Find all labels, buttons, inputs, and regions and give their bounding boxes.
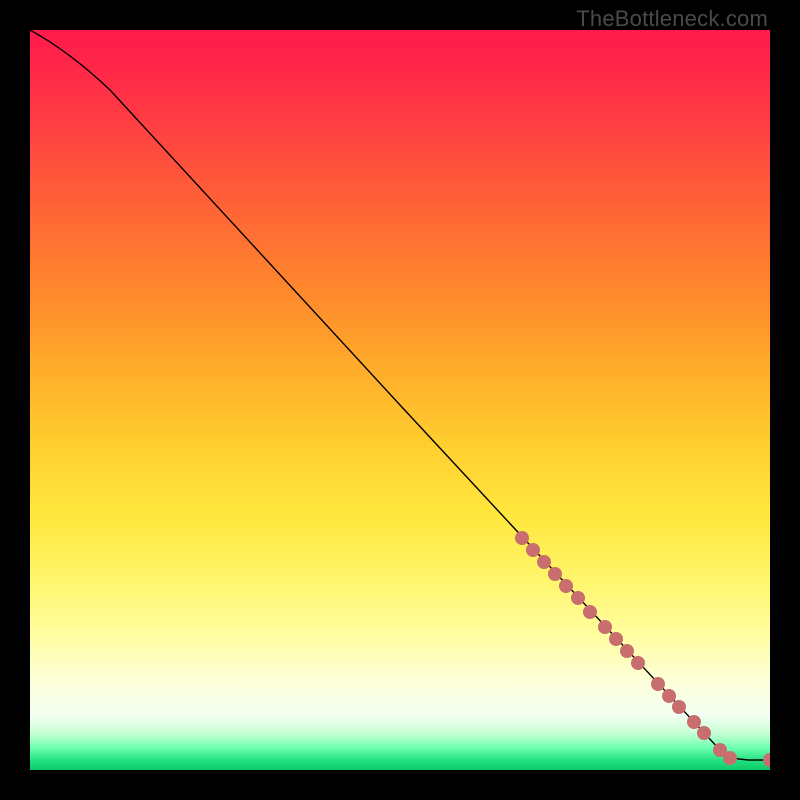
data-point <box>526 543 540 557</box>
chart-svg <box>30 30 770 770</box>
chart-frame: TheBottleneck.com <box>0 0 800 800</box>
data-point <box>515 531 529 545</box>
curve-markers <box>515 531 770 767</box>
data-point <box>571 591 585 605</box>
data-point <box>548 567 562 581</box>
data-point <box>672 700 686 714</box>
data-point <box>662 689 676 703</box>
data-point <box>697 726 711 740</box>
data-point <box>763 753 770 767</box>
data-point <box>598 620 612 634</box>
curve-line <box>30 30 770 760</box>
data-point <box>559 579 573 593</box>
data-point <box>620 644 634 658</box>
plot-area <box>30 30 770 770</box>
data-point <box>583 605 597 619</box>
data-point <box>651 677 665 691</box>
data-point <box>631 656 645 670</box>
data-point <box>687 715 701 729</box>
data-point <box>723 751 737 765</box>
data-point <box>609 632 623 646</box>
data-point <box>537 555 551 569</box>
attribution-label: TheBottleneck.com <box>576 6 768 32</box>
